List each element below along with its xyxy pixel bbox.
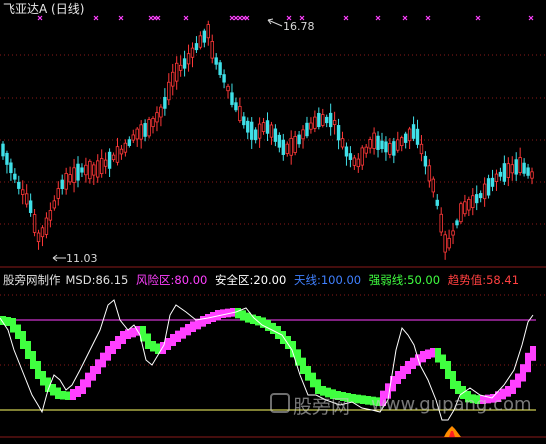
watermark-url: www.gupang.com: [371, 394, 532, 415]
safe-zone-label: 安全区:20.00: [215, 273, 287, 287]
risk-zone-value: 80.00: [174, 273, 208, 287]
strength-line-value: 50.00: [407, 273, 441, 287]
trend-block: [530, 346, 536, 361]
low-price-label: 11.03: [66, 252, 98, 265]
stock-chart-window: 飞亚达A (日线) 16.78 11.03 股旁网制作 MSD:86.15 风险区…: [0, 0, 546, 444]
msd-label: MSD:86.15: [65, 273, 129, 287]
watermark-cn: 股旁网: [293, 396, 351, 418]
safe-zone-value: 20.00: [253, 273, 287, 287]
stock-title: 飞亚达A (日线): [3, 2, 85, 16]
trend-value-label: 趋势值:58.41: [447, 273, 520, 287]
indicator-panel[interactable]: [0, 0, 546, 444]
strength-line-label: 强弱线:50.00: [368, 273, 441, 287]
indicator-name: 股旁网制作: [3, 273, 61, 287]
trend-value: 58.41: [486, 273, 520, 287]
watermark-logo-icon: [270, 393, 290, 413]
msd-value: 86.15: [95, 273, 129, 287]
risk-zone-label: 风险区:80.00: [136, 273, 208, 287]
sky-line-value: 100.00: [320, 273, 362, 287]
high-price-label: 16.78: [283, 20, 315, 33]
indicator-legend: 股旁网制作 MSD:86.15 风险区:80.00 安全区:20.00 天线:10…: [3, 272, 519, 288]
sky-line-label: 天线:100.00: [293, 273, 362, 287]
